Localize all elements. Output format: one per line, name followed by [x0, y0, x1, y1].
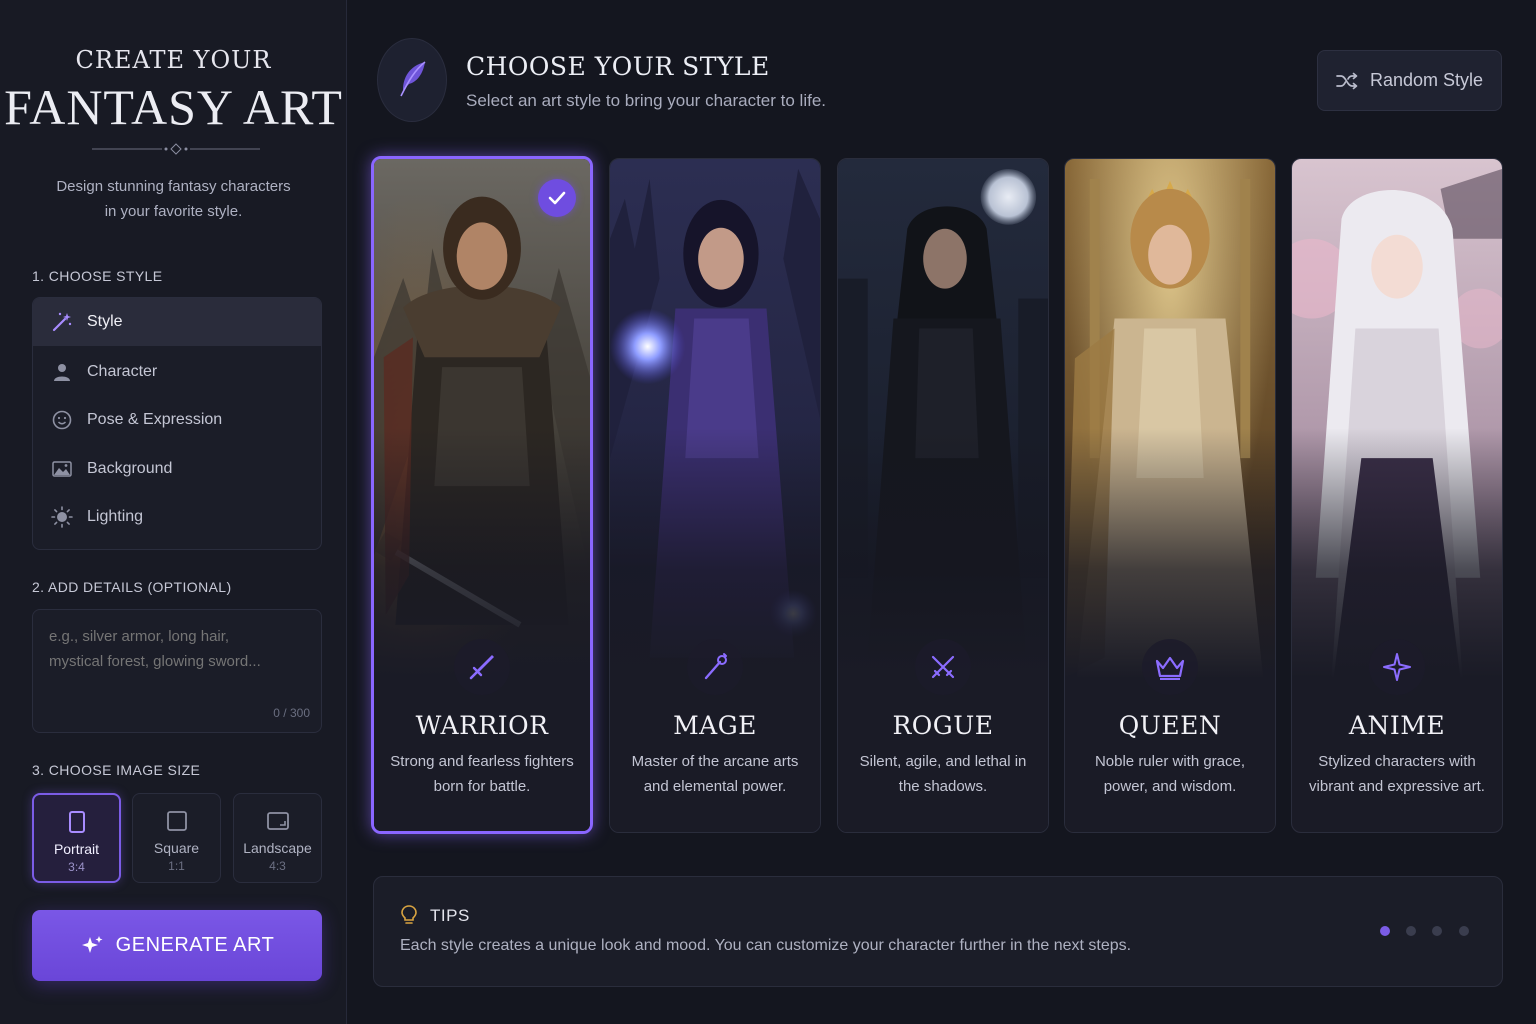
crossed-daggers-icon — [915, 639, 971, 695]
lightbulb-icon — [401, 905, 417, 924]
step-label: Pose & Expression — [87, 411, 223, 428]
step-label: Background — [87, 460, 173, 477]
style-name: QUEEN — [1118, 711, 1222, 740]
character-counter: 0 / 300 — [273, 706, 310, 720]
step-label: Character — [87, 363, 158, 380]
sun-icon — [51, 506, 73, 528]
brand-subtitle-line: Design stunning fantasy characters — [56, 178, 291, 195]
person-icon — [51, 361, 73, 383]
style-card-rogue[interactable]: ROGUE Silent, agile, and lethal in the s… — [837, 158, 1049, 833]
crown-icon — [1142, 639, 1198, 695]
size-option-square[interactable]: Square 1:1 — [132, 793, 221, 883]
size-name: Square — [153, 840, 200, 856]
style-card-warrior[interactable]: WARRIOR Strong and fearless fighters bor… — [371, 156, 593, 834]
tips-panel — [373, 876, 1503, 987]
shuffle-icon — [1336, 72, 1358, 89]
brand-title-main: FANTASY ART — [4, 79, 343, 135]
style-description: Noble ruler with grace, power, and wisdo… — [1094, 753, 1246, 795]
style-description: Stylized characters with vibrant and exp… — [1309, 753, 1485, 795]
section-label-choose-style: 1. CHOOSE STYLE — [32, 268, 163, 284]
section-label-image-size: 3. CHOOSE IMAGE SIZE — [32, 762, 201, 778]
size-ratio: 4:3 — [269, 859, 286, 873]
generate-art-label: GENERATE ART — [115, 934, 275, 956]
pagination-dot-2[interactable] — [1406, 926, 1416, 936]
magic-wand-icon — [51, 311, 73, 333]
landscape-icon — [51, 458, 73, 480]
feather-quill-icon — [377, 38, 447, 122]
step-item-lighting[interactable]: Lighting — [33, 493, 321, 541]
tips-text: Each style creates a unique look and moo… — [400, 937, 1132, 954]
style-card-anime[interactable]: ANIME Stylized characters with vibrant a… — [1291, 158, 1503, 833]
portrait-frame-icon — [68, 809, 86, 835]
pagination-dot-4[interactable] — [1459, 926, 1469, 936]
step-label: Lighting — [87, 508, 144, 525]
selected-check-icon — [538, 179, 576, 217]
smiley-icon — [51, 409, 73, 431]
brand-subtitle: Design stunning fantasy characters in yo… — [40, 174, 307, 224]
generate-art-button[interactable]: GENERATE ART — [32, 910, 322, 981]
page-subtitle: Select an art style to bring your charac… — [466, 91, 827, 110]
style-card-queen[interactable]: QUEEN Noble ruler with grace, power, and… — [1064, 158, 1276, 833]
style-description: Strong and fearless fighters born for ba… — [390, 753, 574, 795]
landscape-frame-icon — [266, 808, 290, 834]
brand-subtitle-line: in your favorite style. — [104, 203, 243, 220]
size-option-landscape[interactable]: Landscape 4:3 — [233, 793, 322, 883]
random-style-button[interactable]: Random Style — [1317, 50, 1502, 111]
style-name: WARRIOR — [415, 711, 549, 740]
style-name: ROGUE — [892, 711, 994, 740]
style-description: Master of the arcane arts and elemental … — [631, 753, 799, 795]
size-ratio: 1:1 — [168, 859, 185, 873]
style-name: ANIME — [1348, 711, 1446, 740]
step-item-background[interactable]: Background — [33, 445, 321, 493]
section-label-add-details: 2. ADD DETAILS (OPTIONAL) — [32, 579, 232, 595]
page-title: CHOOSE YOUR STYLE — [466, 52, 770, 81]
sword-icon — [454, 639, 510, 695]
size-option-portrait[interactable]: Portrait 3:4 — [32, 793, 121, 883]
square-frame-icon — [166, 808, 188, 834]
style-description: Silent, agile, and lethal in the shadows… — [859, 753, 1027, 795]
steps-list: Style Character Pose & Expression Backgr… — [32, 297, 322, 550]
step-item-character[interactable]: Character — [33, 348, 321, 396]
size-name: Portrait — [53, 841, 100, 857]
pagination-dot-1[interactable] — [1380, 926, 1390, 936]
tips-title: TIPS — [430, 906, 470, 925]
size-name: Landscape — [243, 840, 312, 856]
step-item-pose-expression[interactable]: Pose & Expression — [33, 396, 321, 444]
step-label: Style — [87, 313, 123, 330]
sidebar: CREATE YOUR FANTASY ART Design stunning … — [0, 0, 347, 1024]
staff-icon — [687, 639, 743, 695]
brand-title-top: CREATE YOUR — [75, 46, 272, 74]
size-ratio: 3:4 — [68, 860, 85, 874]
style-name: MAGE — [673, 711, 757, 740]
style-card-mage[interactable]: MAGE Master of the arcane arts and eleme… — [609, 158, 821, 833]
pagination-dot-3[interactable] — [1432, 926, 1442, 936]
sparkle-icon — [1369, 639, 1425, 695]
ornament-divider — [92, 143, 260, 155]
step-item-style[interactable]: Style — [33, 298, 321, 346]
random-style-label: Random Style — [1369, 70, 1484, 90]
sparkle-icon — [81, 935, 103, 953]
